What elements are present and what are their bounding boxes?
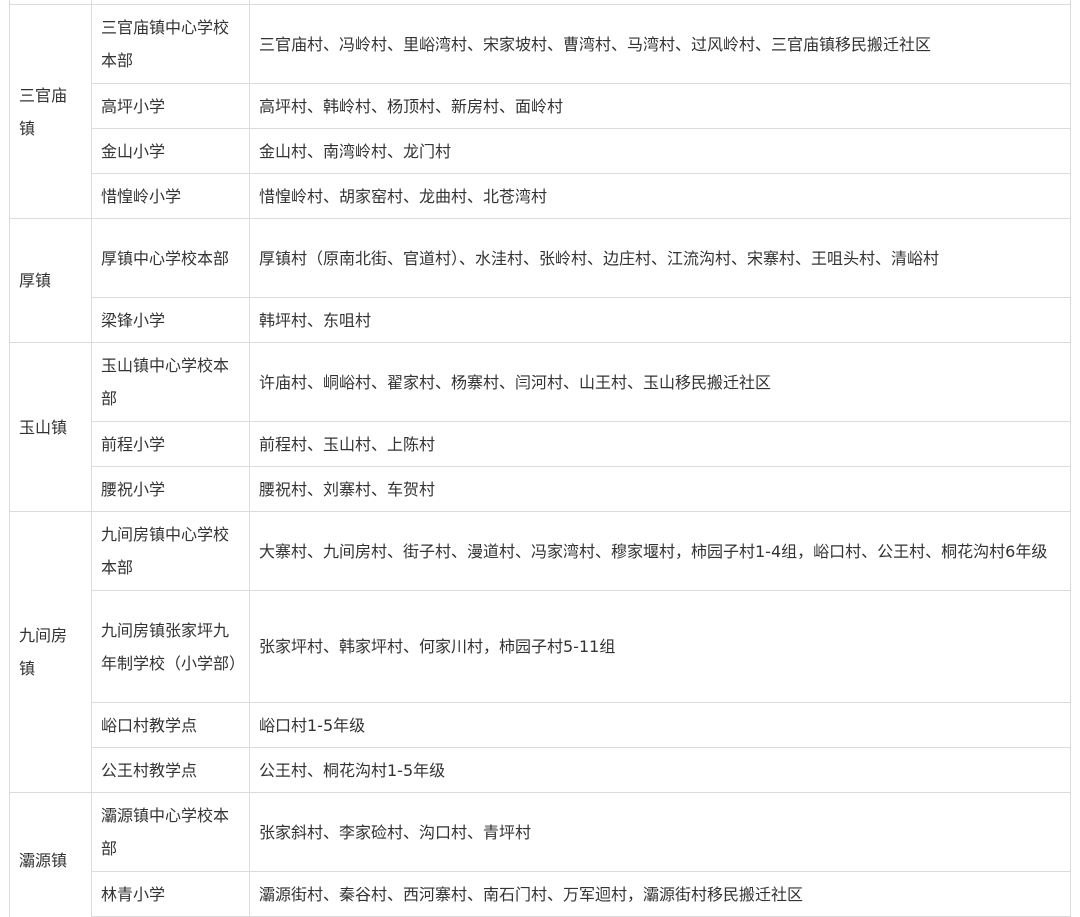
villages-cell: 金山村、南湾岭村、龙门村	[249, 128, 1071, 174]
school-cell: 厚镇中心学校本部	[91, 218, 250, 298]
table-row: 前程小学 前程村、玉山村、上陈村	[10, 421, 1071, 467]
table-row: 惜惶岭小学 惜惶岭村、胡家窑村、龙曲村、北苍湾村	[10, 173, 1071, 219]
villages-cell: 峪口村1-5年级	[249, 702, 1071, 748]
town-cell: 灞源镇	[9, 792, 92, 917]
table-row: 高坪小学 高坪村、韩岭村、杨顶村、新房村、面岭村	[10, 83, 1071, 129]
school-cell: 惜惶岭小学	[91, 173, 250, 219]
school-cell: 公王村教学点	[91, 747, 250, 793]
villages-cell: 惜惶岭村、胡家窑村、龙曲村、北苍湾村	[249, 173, 1071, 219]
villages-cell: 大寨村、九间房村、街子村、漫道村、冯家湾村、穆家堰村，柿园子村1-4组，峪口村、…	[249, 511, 1071, 591]
table-row: 林青小学 灞源街村、秦谷村、西河寨村、南石门村、万军迴村，灞源街村移民搬迁社区	[10, 871, 1071, 917]
villages-cell: 厚镇村（原南北街、官道村）、水洼村、张岭村、边庄村、江流沟村、宋寨村、王咀头村、…	[249, 218, 1071, 298]
table-row: 峪口村教学点 峪口村1-5年级	[10, 702, 1071, 748]
table-row: 九间房镇 九间房镇中心学校本部 大寨村、九间房村、街子村、漫道村、冯家湾村、穆家…	[9, 511, 1071, 793]
villages-cell: 韩坪村、东咀村	[249, 297, 1071, 343]
school-cell: 腰祝小学	[91, 466, 250, 512]
school-cell: 九间房镇张家坪九年制学校（小学部）	[91, 590, 250, 703]
villages-cell: 高坪村、韩岭村、杨顶村、新房村、面岭村	[249, 83, 1071, 129]
school-zone-table: 三官庙镇 三官庙镇中心学校本部 三官庙村、冯岭村、里峪湾村、宋家坡村、曹湾村、马…	[9, 0, 1071, 917]
town-cell: 玉山镇	[9, 342, 92, 512]
villages-cell: 许庙村、峒峪村、翟家村、杨寨村、闫河村、山王村、玉山移民搬迁社区	[249, 342, 1071, 422]
table-row: 三官庙镇 三官庙镇中心学校本部 三官庙村、冯岭村、里峪湾村、宋家坡村、曹湾村、马…	[9, 4, 1071, 219]
school-cell: 峪口村教学点	[91, 702, 250, 748]
town-cell: 厚镇	[9, 218, 92, 343]
school-cell: 金山小学	[91, 128, 250, 174]
table-row: 梁锋小学 韩坪村、东咀村	[10, 297, 1071, 343]
table-row: 公王村教学点 公王村、桐花沟村1-5年级	[10, 747, 1071, 793]
villages-cell: 灞源街村、秦谷村、西河寨村、南石门村、万军迴村，灞源街村移民搬迁社区	[249, 871, 1071, 917]
villages-cell: 三官庙村、冯岭村、里峪湾村、宋家坡村、曹湾村、马湾村、过风岭村、三官庙镇移民搬迁…	[249, 4, 1071, 84]
table-row: 玉山镇 玉山镇中心学校本部 许庙村、峒峪村、翟家村、杨寨村、闫河村、山王村、玉山…	[9, 342, 1071, 512]
villages-cell: 张家斜村、李家硷村、沟口村、青坪村	[249, 792, 1071, 872]
page: 三官庙镇 三官庙镇中心学校本部 三官庙村、冯岭村、里峪湾村、宋家坡村、曹湾村、马…	[0, 0, 1080, 917]
school-cell: 前程小学	[91, 421, 250, 467]
table-row: 厚镇 厚镇中心学校本部 厚镇村（原南北街、官道村）、水洼村、张岭村、边庄村、江流…	[9, 218, 1071, 343]
school-cell: 梁锋小学	[91, 297, 250, 343]
school-cell: 三官庙镇中心学校本部	[91, 4, 250, 84]
school-cell: 灞源镇中心学校本部	[91, 792, 250, 872]
table-row: 九间房镇张家坪九年制学校（小学部） 张家坪村、韩家坪村、何家川村，柿园子村5-1…	[10, 590, 1071, 703]
villages-cell: 前程村、玉山村、上陈村	[249, 421, 1071, 467]
villages-cell: 张家坪村、韩家坪村、何家川村，柿园子村5-11组	[249, 590, 1071, 703]
villages-cell: 公王村、桐花沟村1-5年级	[249, 747, 1071, 793]
villages-cell: 腰祝村、刘寨村、车贺村	[249, 466, 1071, 512]
table-row: 灞源镇 灞源镇中心学校本部 张家斜村、李家硷村、沟口村、青坪村	[9, 792, 1071, 917]
town-cell: 九间房镇	[9, 511, 92, 793]
school-cell: 九间房镇中心学校本部	[91, 511, 250, 591]
town-cell: 三官庙镇	[9, 4, 92, 219]
school-cell: 林青小学	[91, 871, 250, 917]
table-row: 腰祝小学 腰祝村、刘寨村、车贺村	[10, 466, 1071, 512]
school-cell: 玉山镇中心学校本部	[91, 342, 250, 422]
school-cell: 高坪小学	[91, 83, 250, 129]
table-row: 金山小学 金山村、南湾岭村、龙门村	[10, 128, 1071, 174]
